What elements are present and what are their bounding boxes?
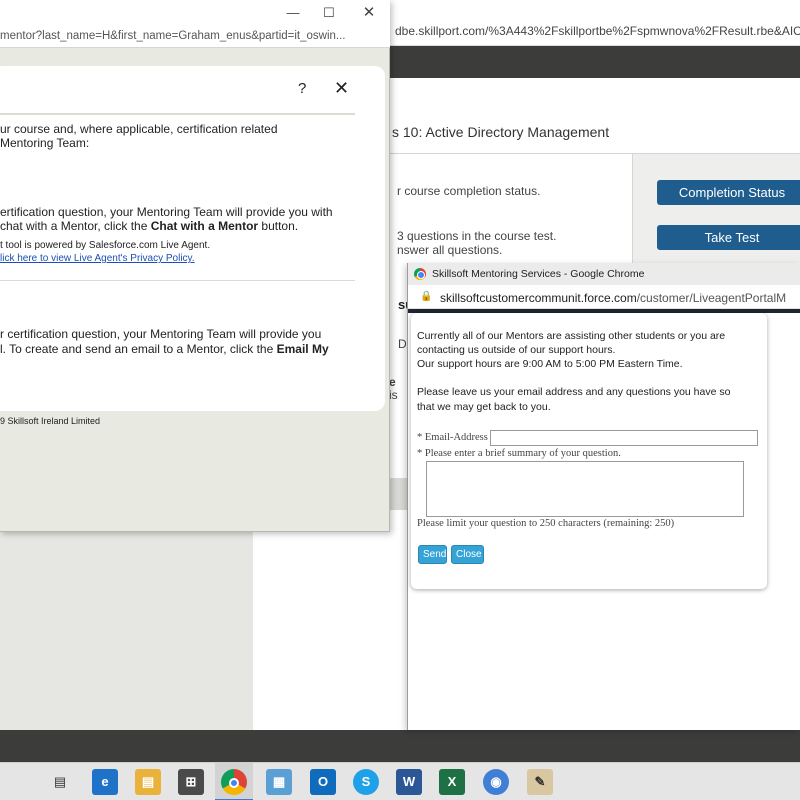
intro-line-1: ur course and, where applicable, certifi… bbox=[0, 122, 278, 136]
chrome-window-title: Skillsoft Mentoring Services - Google Ch… bbox=[432, 268, 645, 280]
close-icon[interactable]: ✕ bbox=[334, 78, 349, 99]
close-button[interactable]: Close bbox=[451, 545, 484, 564]
email-line-2: l. To create and send an email to a Ment… bbox=[0, 342, 329, 356]
email-line-2-text: l. To create and send an email to a Ment… bbox=[0, 342, 277, 356]
outlook-icon[interactable]: O bbox=[310, 769, 336, 795]
send-button[interactable]: Send bbox=[418, 545, 447, 564]
email-field[interactable] bbox=[490, 430, 758, 446]
message-line-3: Our support hours are 9:00 AM to 5:00 PM… bbox=[417, 358, 683, 370]
character-limit-text: Please limit your question to 250 charac… bbox=[417, 518, 675, 529]
excel-icon[interactable]: X bbox=[439, 769, 465, 795]
chrome-url-path: /customer/LiveagentPortalM bbox=[636, 291, 787, 305]
background-header-band bbox=[385, 46, 800, 78]
chrome-icon[interactable] bbox=[221, 769, 247, 795]
background-left-strip bbox=[0, 532, 253, 730]
chrome-icon-center bbox=[229, 777, 239, 788]
email-label: * Email-Address bbox=[417, 432, 488, 443]
questions-text-1: 3 questions in the course test. bbox=[397, 229, 557, 243]
card-divider-lower bbox=[0, 280, 355, 281]
questions-text-2: nswer all questions. bbox=[397, 243, 503, 257]
calculator-icon[interactable]: ⊞ bbox=[178, 769, 204, 795]
message-line-4: Please leave us your email address and a… bbox=[417, 386, 731, 398]
task-view-icon[interactable]: ▤ bbox=[47, 769, 73, 795]
background-fragment-e: e bbox=[389, 375, 396, 389]
left-url: mentor?last_name=H&first_name=Graham_enu… bbox=[0, 30, 346, 42]
taskbar: ▤ e ▤ ⊞ ▦ O S W X ◉ ✎ bbox=[0, 762, 800, 800]
lock-icon: 🔒 bbox=[420, 291, 433, 302]
background-footer-band bbox=[0, 730, 800, 762]
chat-line-2-end: button. bbox=[258, 219, 299, 233]
card-divider bbox=[0, 113, 355, 115]
completion-status-button[interactable]: Completion Status bbox=[657, 180, 800, 205]
background-fragment-f: is bbox=[389, 388, 398, 402]
file-explorer-icon[interactable]: ▤ bbox=[135, 769, 161, 795]
background-address-bar[interactable]: dbe.skillport.com/%3A443%2Fskillportbe%2… bbox=[385, 18, 800, 46]
email-my-mentor-label: Email My bbox=[276, 342, 329, 356]
left-address-bar[interactable]: mentor?last_name=H&first_name=Graham_enu… bbox=[0, 26, 390, 48]
message-line-1: Currently all of our Mentors are assisti… bbox=[417, 330, 726, 342]
take-test-button[interactable]: Take Test bbox=[657, 225, 800, 250]
chrome-alt-icon[interactable]: ◉ bbox=[483, 769, 509, 795]
mentoring-popup-window: — ☐ ✕ mentor?last_name=H&first_name=Grah… bbox=[0, 0, 390, 532]
left-window-titlebar: — ☐ ✕ bbox=[0, 0, 390, 26]
powered-by-text: t tool is powered by Salesforce.com Live… bbox=[0, 240, 211, 251]
mentoring-services-window: Skillsoft Mentoring Services - Google Ch… bbox=[407, 263, 800, 730]
chat-line-1: ertification question, your Mentoring Te… bbox=[0, 205, 333, 219]
message-line-2: contacting us outside of our support hou… bbox=[417, 344, 616, 356]
maximize-icon[interactable]: ☐ bbox=[318, 4, 340, 22]
background-url: dbe.skillport.com/%3A443%2Fskillportbe%2… bbox=[395, 24, 800, 38]
message-line-5: that we may get back to you. bbox=[417, 401, 551, 413]
chrome-url: skillsoftcustomercommunit.force.com/cust… bbox=[440, 291, 786, 305]
edge-icon[interactable]: e bbox=[92, 769, 118, 795]
email-line-1: r certification question, your Mentoring… bbox=[0, 327, 322, 341]
chat-line-2: chat with a Mentor, click the Chat with … bbox=[0, 219, 298, 233]
intro-line-2: Mentoring Team: bbox=[0, 136, 90, 150]
skype-icon[interactable]: S bbox=[353, 769, 379, 795]
question-label: * Please enter a brief summary of your q… bbox=[417, 448, 621, 459]
background-fragment-d: D bbox=[398, 337, 407, 351]
chrome-address-bar[interactable]: 🔒 skillsoftcustomercommunit.force.com/cu… bbox=[408, 285, 800, 309]
paint-icon[interactable]: ✎ bbox=[527, 769, 553, 795]
window-close-icon[interactable]: ✕ bbox=[358, 4, 380, 22]
course-title: s 10: Active Directory Management bbox=[392, 124, 610, 140]
completion-status-text: r course completion status. bbox=[397, 184, 541, 198]
chat-line-2-text: chat with a Mentor, click the bbox=[0, 219, 151, 233]
chat-with-mentor-label: Chat with a Mentor bbox=[150, 219, 259, 233]
minimize-icon[interactable]: — bbox=[282, 4, 304, 22]
question-textarea[interactable] bbox=[426, 461, 744, 517]
word-icon[interactable]: W bbox=[396, 769, 422, 795]
chrome-url-host: skillsoftcustomercommunit.force.com bbox=[440, 291, 637, 305]
copyright-text: 9 Skillsoft Ireland Limited bbox=[0, 416, 101, 426]
help-icon[interactable]: ? bbox=[298, 80, 306, 97]
mentoring-info-card: ? ✕ ur course and, where applicable, cer… bbox=[0, 66, 385, 411]
privacy-policy-link[interactable]: lick here to view Live Agent's Privacy P… bbox=[0, 253, 195, 264]
chrome-titlebar: Skillsoft Mentoring Services - Google Ch… bbox=[408, 263, 800, 285]
remote-desktop-icon[interactable]: ▦ bbox=[266, 769, 292, 795]
offline-message-form: Currently all of our Mentors are assisti… bbox=[411, 313, 767, 589]
chrome-logo-icon bbox=[414, 268, 426, 280]
